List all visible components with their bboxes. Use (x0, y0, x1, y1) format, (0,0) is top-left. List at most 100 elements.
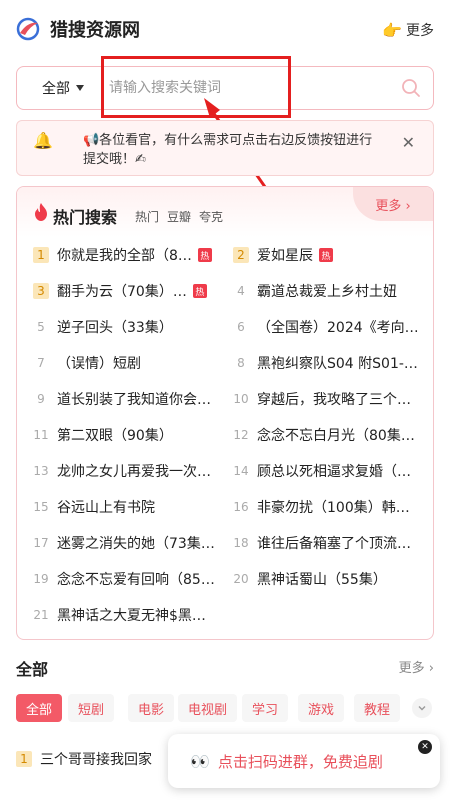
rank-number: 12 (233, 428, 249, 442)
rank-number: 8 (237, 356, 245, 370)
rank-item-title: 念念不忘爱有回响（85… (57, 572, 215, 588)
hot-rank-item[interactable]: 13 龙帅之女儿再爱我一次… (33, 460, 211, 482)
rank-item-title: 迷雾之消失的她（73集… (57, 536, 215, 552)
search-button[interactable] (389, 66, 433, 110)
rank-item-title: 黑袍纠察队S04 附S01-… (257, 356, 418, 372)
rank-number: 11 (33, 428, 49, 442)
hot-rank-item[interactable]: 3 翻手为云（70集）… 热 (33, 280, 207, 302)
rank-item-title: 非豪勿扰（100集）韩… (257, 500, 410, 516)
rank-number: 4 (237, 284, 245, 298)
hot-more-button[interactable]: 更多 › (353, 187, 433, 221)
chip-games[interactable]: 游戏 (298, 694, 345, 722)
site-title[interactable]: 猎搜资源网 (50, 16, 140, 42)
join-group-text: 点击扫码进群，免费追剧 (217, 752, 383, 771)
hot-rank-item[interactable]: 6 （全国卷）2024《考向… (233, 316, 419, 338)
rank-item-title: 你就是我的全部（8… (57, 248, 192, 264)
hot-rank-item[interactable]: 14 顾总以死相逼求复婚（… (233, 460, 411, 482)
eyes-icon: 👀 (190, 751, 210, 771)
rank-number: 14 (233, 464, 249, 478)
bell-icon: 🔔 (33, 131, 53, 150)
tab-hot[interactable]: 热门 (135, 208, 159, 225)
rank-number: 6 (237, 320, 245, 334)
chip-all[interactable]: 全部 (16, 694, 63, 722)
rank-number: 1 (33, 247, 49, 263)
hot-badge: 热 (192, 284, 207, 298)
tab-quark[interactable]: 夸克 (199, 208, 223, 225)
hot-rank-item[interactable]: 19 念念不忘爱有回响（85… (33, 568, 215, 590)
hot-rank-item[interactable]: 8 黑袍纠察队S04 附S01-… (233, 352, 418, 374)
hot-rank-item[interactable]: 2 爱如星辰热 (233, 244, 333, 266)
list-item-title: 三个哥哥接我回家 (40, 752, 152, 768)
rank-number: 20 (233, 572, 249, 586)
rank-number: 5 (37, 320, 45, 334)
rank-item-title: 念念不忘白月光（80集… (257, 428, 415, 444)
rank-item-title: 黑神话之大夏无神$黑… (57, 608, 206, 624)
rank-number: 10 (233, 392, 249, 406)
rank-item-title: 第二双眼（90集） (57, 428, 173, 444)
rank-number: 16 (233, 500, 249, 514)
rank-item-title: 霸道总裁爱上乡村土妞 (257, 284, 397, 300)
search-input[interactable] (109, 73, 389, 103)
rank-item-title: 谁往后备箱塞了个顶流… (257, 536, 411, 552)
category-select-label: 全部 (42, 81, 70, 97)
site-logo-icon[interactable] (16, 17, 40, 41)
hot-rank-item[interactable]: 4 霸道总裁爱上乡村土妞 (233, 280, 397, 302)
rank-item-title: 黑神话蜀山（55集） (257, 572, 387, 588)
caret-down-icon (76, 85, 84, 91)
rank-item-title: （全国卷）2024《考向… (257, 320, 419, 336)
header-more-label: 更多 (406, 23, 434, 39)
chip-short-drama[interactable]: 短剧 (68, 694, 115, 722)
rank-number: 18 (233, 536, 249, 550)
notice-text: 📢各位看官，有什么需求可点击右边反馈按钮进行提交哦！✍ (83, 133, 373, 167)
hot-rank-item[interactable]: 11 第二双眼（90集） (33, 424, 173, 446)
hot-rank-item[interactable]: 5 逆子回头（33集） (33, 316, 173, 338)
hot-search-title: 热门搜索 (53, 208, 118, 227)
join-group-banner[interactable]: 👀 点击扫码进群，免费追剧 ✕ (168, 734, 440, 788)
hot-rank-item[interactable]: 7 （误情）短剧 (33, 352, 141, 374)
hot-rank-item[interactable]: 21 黑神话之大夏无神$黑… (33, 604, 206, 626)
hot-rank-item[interactable]: 20 黑神话蜀山（55集） (233, 568, 387, 590)
category-select[interactable]: 全部 (17, 78, 109, 98)
hot-rank-item[interactable]: 17 迷雾之消失的她（73集… (33, 532, 215, 554)
close-icon[interactable]: ✕ (418, 740, 432, 754)
hot-rank-item[interactable]: 18 谁往后备箱塞了个顶流… (233, 532, 411, 554)
all-section-title: 全部 (16, 660, 49, 679)
search-icon (402, 79, 420, 97)
rank-number: 17 (33, 536, 49, 550)
rank-item-title: 爱如星辰 (257, 248, 313, 264)
hot-search-panel: 热门搜索 热门 豆瓣 夸克 更多 › 1 你就是我的全部（8… 热 2 爱如星辰热 3 翻手… (16, 186, 434, 640)
hot-rank-item[interactable]: 15 谷远山上有书院 (33, 496, 155, 518)
rank-number: 3 (33, 283, 49, 299)
chip-tv-series[interactable]: 电视剧 (178, 694, 238, 722)
hot-rank-item[interactable]: 12 念念不忘白月光（80集… (233, 424, 415, 446)
hot-badge: 热 (319, 248, 333, 262)
chip-movie[interactable]: 电影 (128, 694, 175, 722)
hot-rank-item[interactable]: 16 非豪勿扰（100集）韩… (233, 496, 410, 518)
rank-number: 2 (233, 247, 249, 263)
all-more-link[interactable]: 更多 › (399, 657, 434, 676)
rank-number: 1 (16, 751, 32, 767)
hot-rank-item[interactable]: 9 道长别装了我知道你会… (33, 388, 211, 410)
flame-icon (35, 203, 47, 221)
search-bar: 全部 (16, 66, 434, 110)
category-chips: 全部 短剧 电影 电视剧 学习 游戏 教程 (16, 694, 434, 724)
rank-item-title: 龙帅之女儿再爱我一次… (57, 464, 211, 480)
rank-item-title: （误情）短剧 (57, 356, 141, 372)
close-icon[interactable]: ✕ (402, 133, 415, 152)
rank-item-title: 谷远山上有书院 (57, 500, 155, 516)
tab-douban[interactable]: 豆瓣 (167, 208, 191, 225)
chip-study[interactable]: 学习 (242, 694, 289, 722)
rank-number: 15 (33, 500, 49, 514)
rank-item-title: 顾总以死相逼求复婚（… (257, 464, 411, 480)
hot-rank-item[interactable]: 1 你就是我的全部（8… 热 (33, 244, 212, 266)
hot-badge: 热 (197, 248, 212, 262)
list-item[interactable]: 1 三个哥哥接我回家 (16, 748, 152, 770)
header-more-link[interactable]: 👉 更多 (382, 20, 434, 40)
top-header: 猎搜资源网 👉 更多 (0, 0, 450, 58)
rank-item-title: 翻手为云（70集）… (57, 284, 187, 300)
chip-tutorial[interactable]: 教程 (354, 694, 401, 722)
hot-rank-item[interactable]: 10 穿越后，我攻略了三个… (233, 388, 411, 410)
expand-chips-button[interactable] (412, 698, 432, 718)
rank-number: 9 (37, 392, 45, 406)
rank-item-title: 道长别装了我知道你会… (57, 392, 211, 408)
